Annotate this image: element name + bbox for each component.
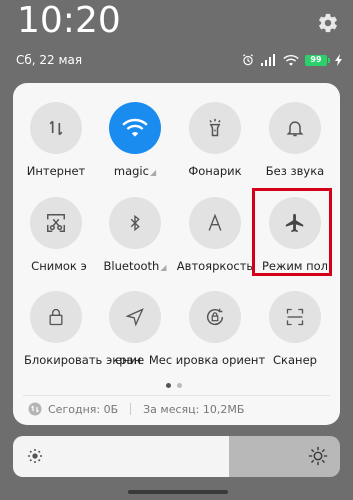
scanner-icon <box>286 308 304 326</box>
wifi-icon <box>122 118 148 137</box>
tile-scanner-button[interactable] <box>269 291 321 343</box>
tile-wifi[interactable]: magic◢ <box>95 102 175 178</box>
tile-rotation-lock-button[interactable] <box>189 291 241 343</box>
bell-icon <box>286 121 304 137</box>
page-dot <box>177 383 182 388</box>
tile-auto-brightness-button[interactable] <box>189 197 241 249</box>
tile-auto-brightness[interactable]: Автояркость <box>175 197 255 273</box>
status-date: Сб, 22 мая <box>16 53 83 67</box>
tile-flashlight-button[interactable] <box>189 102 241 154</box>
screenshot-scissors-icon <box>47 214 65 232</box>
tile-auto-brightness-label: Автояркость <box>176 259 254 273</box>
tile-scanner-label: Сканер <box>273 353 317 367</box>
tile-silent-label: Без звука <box>265 164 325 178</box>
charging-icon <box>335 54 342 66</box>
wifi-icon <box>283 54 299 66</box>
status-clock: 10:20 <box>17 0 121 41</box>
location-arrow-icon <box>125 308 144 327</box>
brightness-high-icon <box>308 446 328 466</box>
tile-lock-screen-button[interactable] <box>30 291 82 343</box>
rotation-lock-icon <box>207 308 224 326</box>
signal-icon <box>261 53 275 66</box>
highlight-box <box>252 188 332 276</box>
tile-bluetooth-label-text: Bluetooth <box>103 259 160 273</box>
data-usage-today: Сегодня: 0Б <box>48 402 119 416</box>
tile-bluetooth-button[interactable] <box>109 197 161 249</box>
brightness-low-icon <box>28 449 42 463</box>
flashlight-icon <box>209 118 221 137</box>
tile-flashlight-label: Фонарик <box>188 164 242 178</box>
dropdown-indicator-icon: ◢ <box>149 168 157 177</box>
tile-wifi-label-text: magic <box>113 164 149 178</box>
tile-bluetooth-label: Bluetooth◢ <box>95 259 175 273</box>
tile-screenshot-label: Снимок э <box>31 259 87 273</box>
alarm-icon <box>243 54 253 66</box>
home-indicator[interactable] <box>128 490 228 494</box>
tile-wifi-label: magic◢ <box>95 164 175 178</box>
battery-icon: 99 <box>305 54 330 66</box>
gear-icon[interactable] <box>317 12 339 34</box>
data-transfer-icon <box>49 120 63 136</box>
data-usage-separator <box>130 403 132 415</box>
brightness-slider[interactable] <box>13 436 340 477</box>
tile-silent[interactable]: Без звука <box>255 102 335 178</box>
tile-internet-button[interactable] <box>30 102 82 154</box>
tile-lock-screen-label: Блокировать экран <box>24 353 142 367</box>
status-icons: 99 <box>241 52 343 68</box>
data-usage-icon <box>28 402 42 416</box>
tile-rotation-lock[interactable]: Мес ировка ориент <box>149 291 265 367</box>
data-usage[interactable]: Сегодня: 0Б За месяц: 10,2МБ <box>28 402 244 416</box>
divider <box>23 395 330 396</box>
page-dot-current <box>166 383 171 388</box>
tile-silent-button[interactable] <box>269 102 321 154</box>
brightness-slider-fill[interactable] <box>13 436 229 477</box>
tile-flashlight[interactable]: Фонарик <box>175 102 255 178</box>
tile-lock-screen[interactable]: Блокировать экран <box>16 291 142 367</box>
tile-location-button[interactable] <box>109 291 161 343</box>
tile-internet-label: Интернет <box>26 164 86 178</box>
auto-brightness-icon <box>208 213 222 231</box>
tile-screenshot[interactable]: Снимок э <box>16 197 96 273</box>
tile-internet[interactable]: Интернет <box>16 102 96 178</box>
lock-icon <box>49 308 63 326</box>
dropdown-indicator-icon: ◢ <box>160 263 167 272</box>
page-indicator <box>166 383 182 388</box>
bluetooth-icon <box>130 214 140 232</box>
tile-scanner[interactable]: Сканер <box>255 291 335 367</box>
tile-rotation-lock-label: Мес ировка ориент <box>148 353 266 367</box>
tile-screenshot-button[interactable] <box>30 197 82 249</box>
tile-wifi-button[interactable] <box>109 102 161 154</box>
data-usage-month: За месяц: 10,2МБ <box>143 402 245 416</box>
tile-bluetooth[interactable]: Bluetooth◢ <box>95 197 175 273</box>
